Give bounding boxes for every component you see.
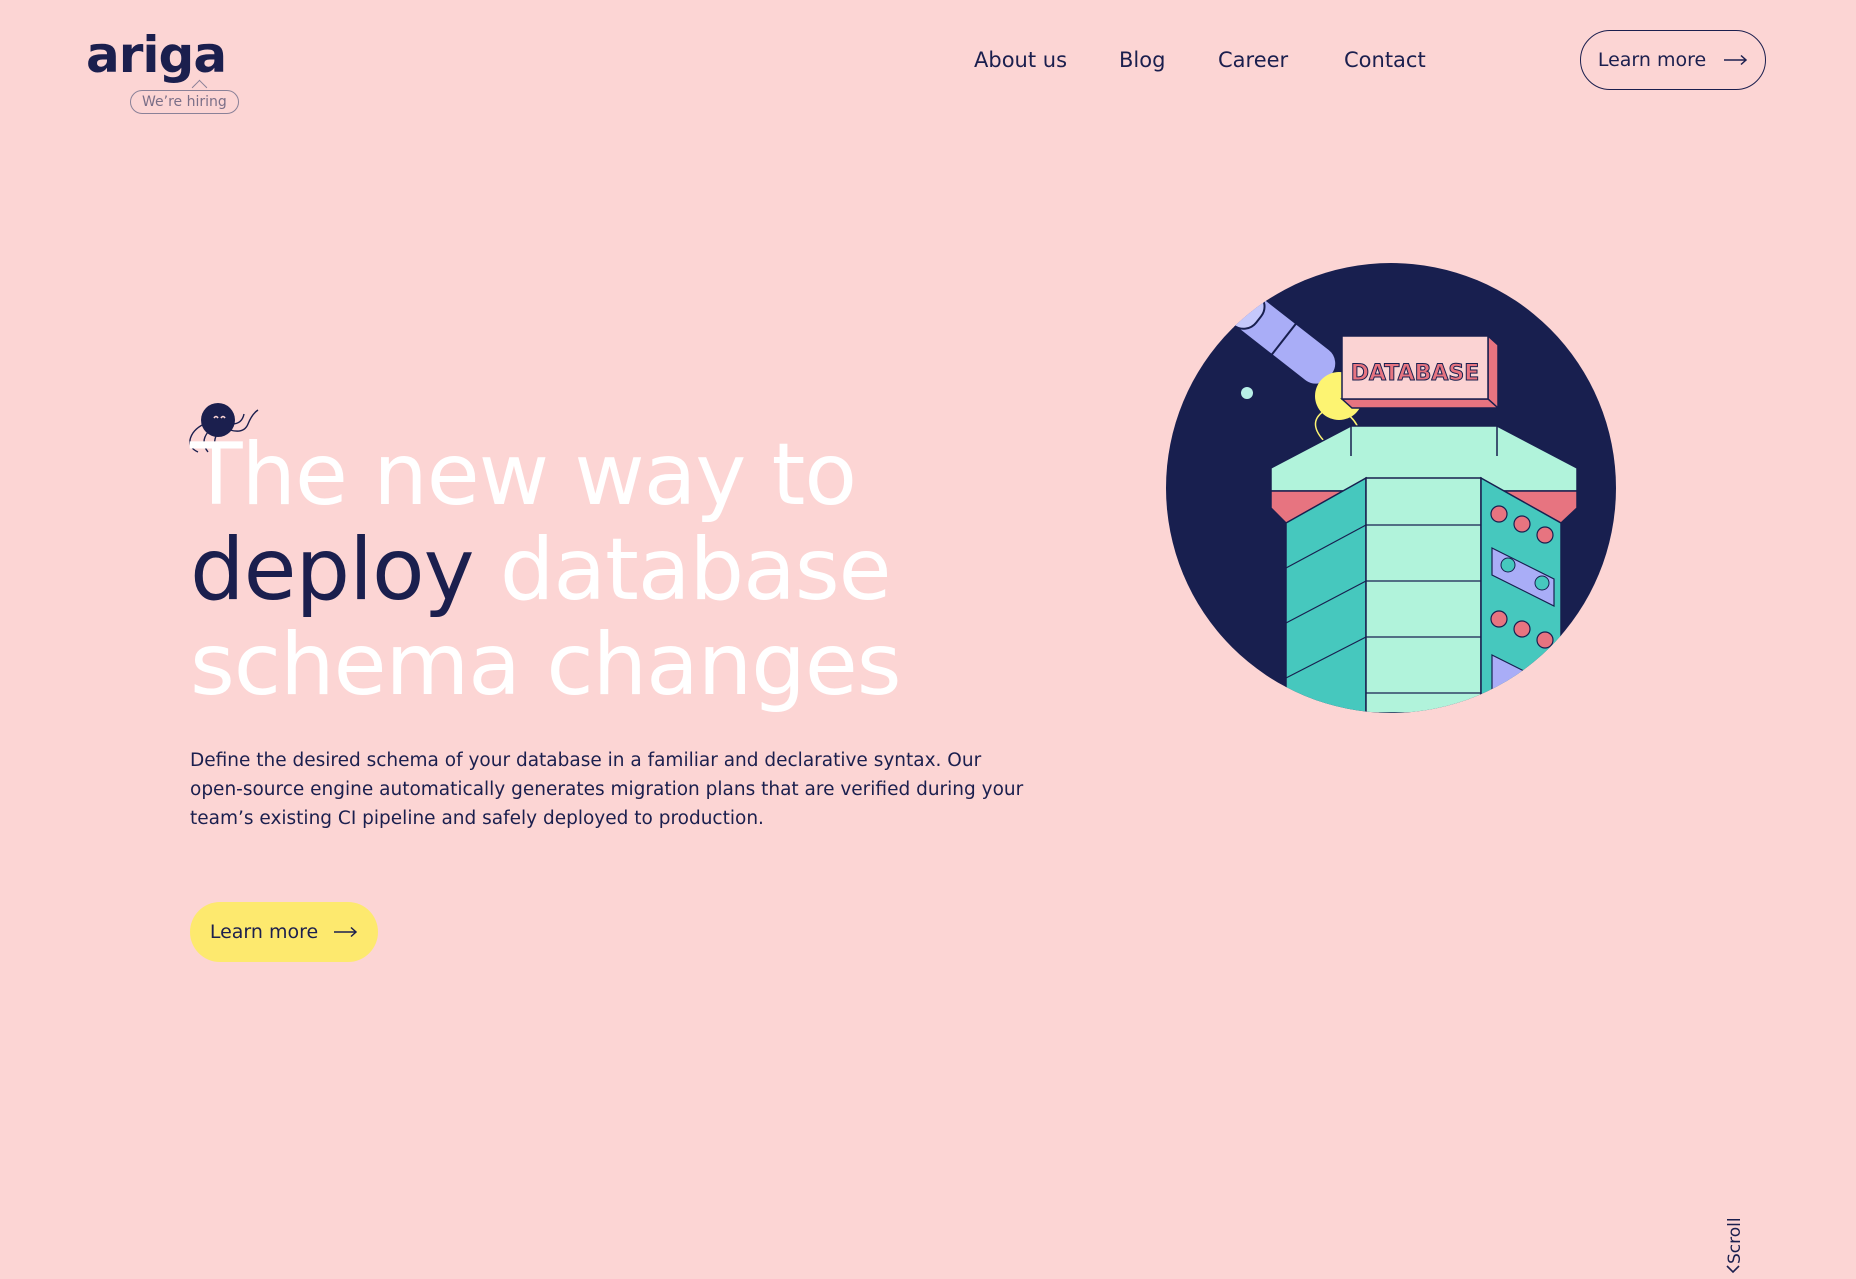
right-arrow-icon (334, 926, 358, 938)
database-illustration: DATABASE (1166, 263, 1616, 713)
hero-learn-more-label: Learn more (209, 921, 319, 943)
header-learn-more-label: Learn more (1597, 49, 1707, 71)
nav-career[interactable]: Career (1218, 48, 1288, 72)
hero-headline: The new way to deploy database schema ch… (190, 428, 990, 713)
right-arrow-icon (1724, 54, 1748, 66)
hero-learn-more-button[interactable]: Learn more (190, 902, 378, 962)
hiring-badge[interactable]: We’re hiring (130, 90, 239, 114)
logo-text: ariga (86, 26, 227, 84)
chevron-down-icon (1726, 1265, 1740, 1274)
nav-contact[interactable]: Contact (1344, 48, 1426, 72)
headline-line-3: schema changes (190, 615, 902, 715)
scroll-label: Scroll (1725, 1217, 1745, 1264)
logo[interactable]: ariga We’re hiring (86, 26, 239, 114)
hero-description: Define the desired schema of your databa… (190, 750, 1024, 829)
headline-highlight: deploy (190, 520, 474, 620)
scroll-indicator[interactable]: Scroll (1722, 1206, 1748, 1278)
header-learn-more-button[interactable]: Learn more (1580, 30, 1766, 90)
nav-about-us[interactable]: About us (974, 48, 1067, 72)
nav-blog[interactable]: Blog (1119, 48, 1165, 72)
database-sign-label: DATABASE (1351, 361, 1480, 386)
headline-line-2-rest: database (473, 520, 892, 620)
headline-line-1: The new way to (190, 425, 857, 525)
